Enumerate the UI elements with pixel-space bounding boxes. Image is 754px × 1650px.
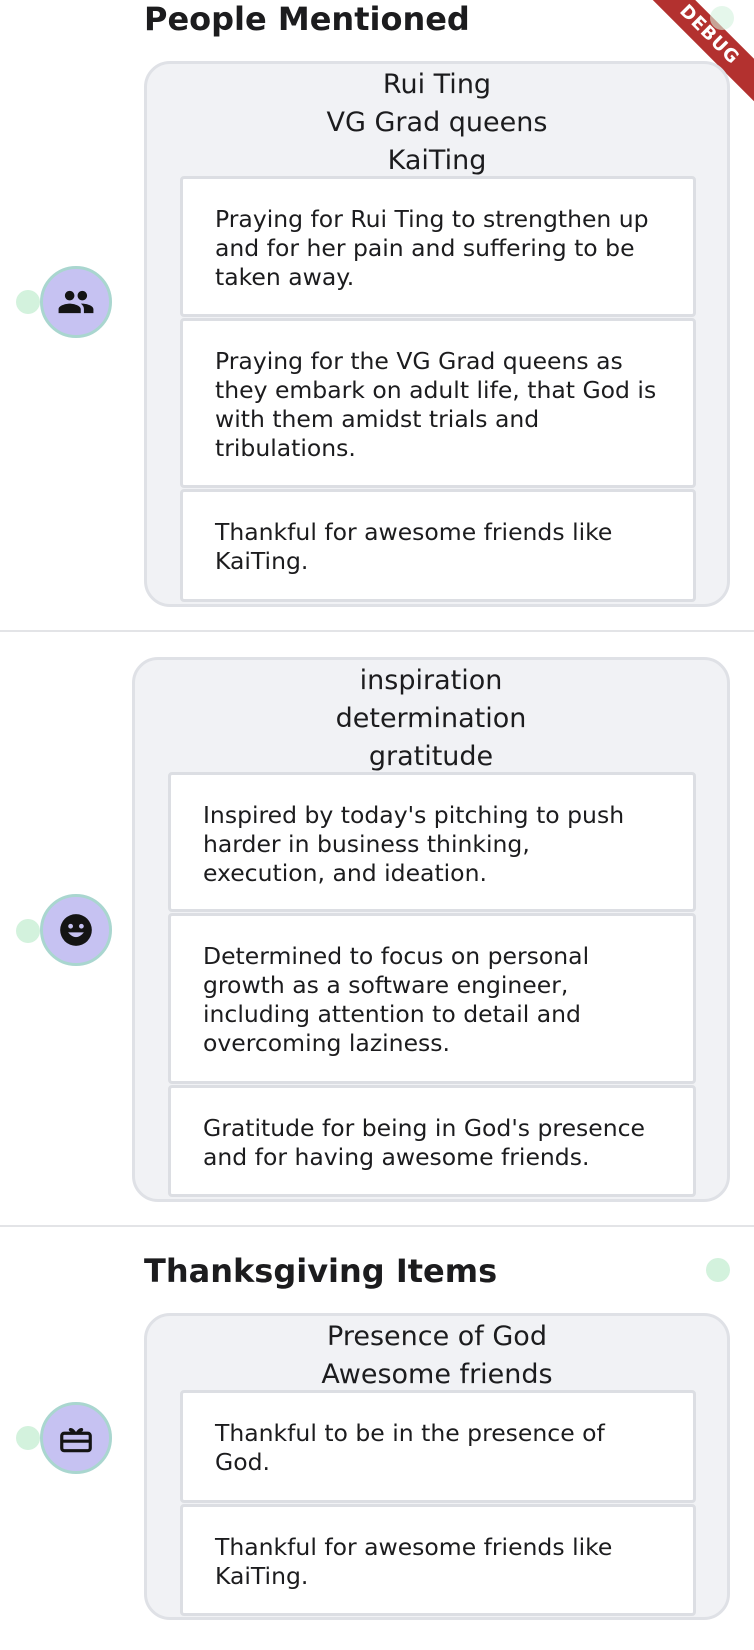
section-divider xyxy=(0,1225,754,1227)
tag: Rui Ting xyxy=(382,69,492,100)
prayer-item[interactable]: Inspired by today's pitching to push har… xyxy=(168,772,696,912)
prayer-item[interactable]: Gratitude for being in God's presence an… xyxy=(168,1085,696,1197)
prayer-item[interactable]: Determined to focus on personal growth a… xyxy=(168,913,696,1084)
prayer-item[interactable]: Thankful for awesome friends like KaiTin… xyxy=(180,1504,696,1616)
gift-icon xyxy=(60,1427,92,1453)
prayer-item[interactable]: Thankful to be in the presence of God. xyxy=(180,1390,696,1503)
prayer-item-text: Inspired by today's pitching to push har… xyxy=(203,801,625,887)
tag: Awesome friends xyxy=(321,1359,553,1390)
prayer-item-text: Determined to focus on personal growth a… xyxy=(203,942,590,1057)
smiley-face-icon xyxy=(60,914,92,946)
tag: KaiTing xyxy=(387,145,487,176)
prayer-item-text: Praying for Rui Ting to strengthen up an… xyxy=(215,205,649,291)
people-avatar[interactable] xyxy=(40,266,112,338)
prayer-item-text: Thankful for awesome friends like KaiTin… xyxy=(215,518,613,575)
tag: inspiration xyxy=(359,665,503,696)
timeline-dot xyxy=(706,1258,730,1282)
timeline-dot xyxy=(710,6,734,30)
prayer-item[interactable]: Thankful for awesome friends like KaiTin… xyxy=(180,489,696,602)
thanksgiving-avatar[interactable] xyxy=(40,1402,112,1474)
tag: gratitude xyxy=(368,741,494,772)
prayer-item-text: Praying for the VG Grad queens as they e… xyxy=(215,347,657,462)
tag: Presence of God xyxy=(327,1321,547,1352)
tag: determination xyxy=(335,703,527,734)
card-tags: Presence of God Awesome friends xyxy=(147,1316,727,1394)
tag: VG Grad queens xyxy=(326,107,548,138)
card-tags: Rui Ting VG Grad queens KaiTing xyxy=(147,64,727,180)
prayer-item-text: Gratitude for being in God's presence an… xyxy=(203,1114,646,1171)
emotion-avatar[interactable] xyxy=(40,894,112,966)
section-title-thanksgiving: Thanksgiving Items xyxy=(144,1252,498,1290)
prayer-item[interactable]: Praying for Rui Ting to strengthen up an… xyxy=(180,176,696,317)
prayer-item-text: Thankful to be in the presence of God. xyxy=(215,1419,605,1476)
section-divider xyxy=(0,630,754,632)
card-tags: inspiration determination gratitude xyxy=(135,660,727,776)
prayer-item-text: Thankful for awesome friends like KaiTin… xyxy=(215,1533,613,1590)
timeline-dot xyxy=(16,290,40,314)
timeline-dot xyxy=(16,1426,40,1450)
people-icon xyxy=(58,290,94,314)
prayer-item[interactable]: Praying for the VG Grad queens as they e… xyxy=(180,318,696,488)
timeline-dot xyxy=(16,919,40,943)
section-title-people-mentioned: People Mentioned xyxy=(144,0,470,38)
